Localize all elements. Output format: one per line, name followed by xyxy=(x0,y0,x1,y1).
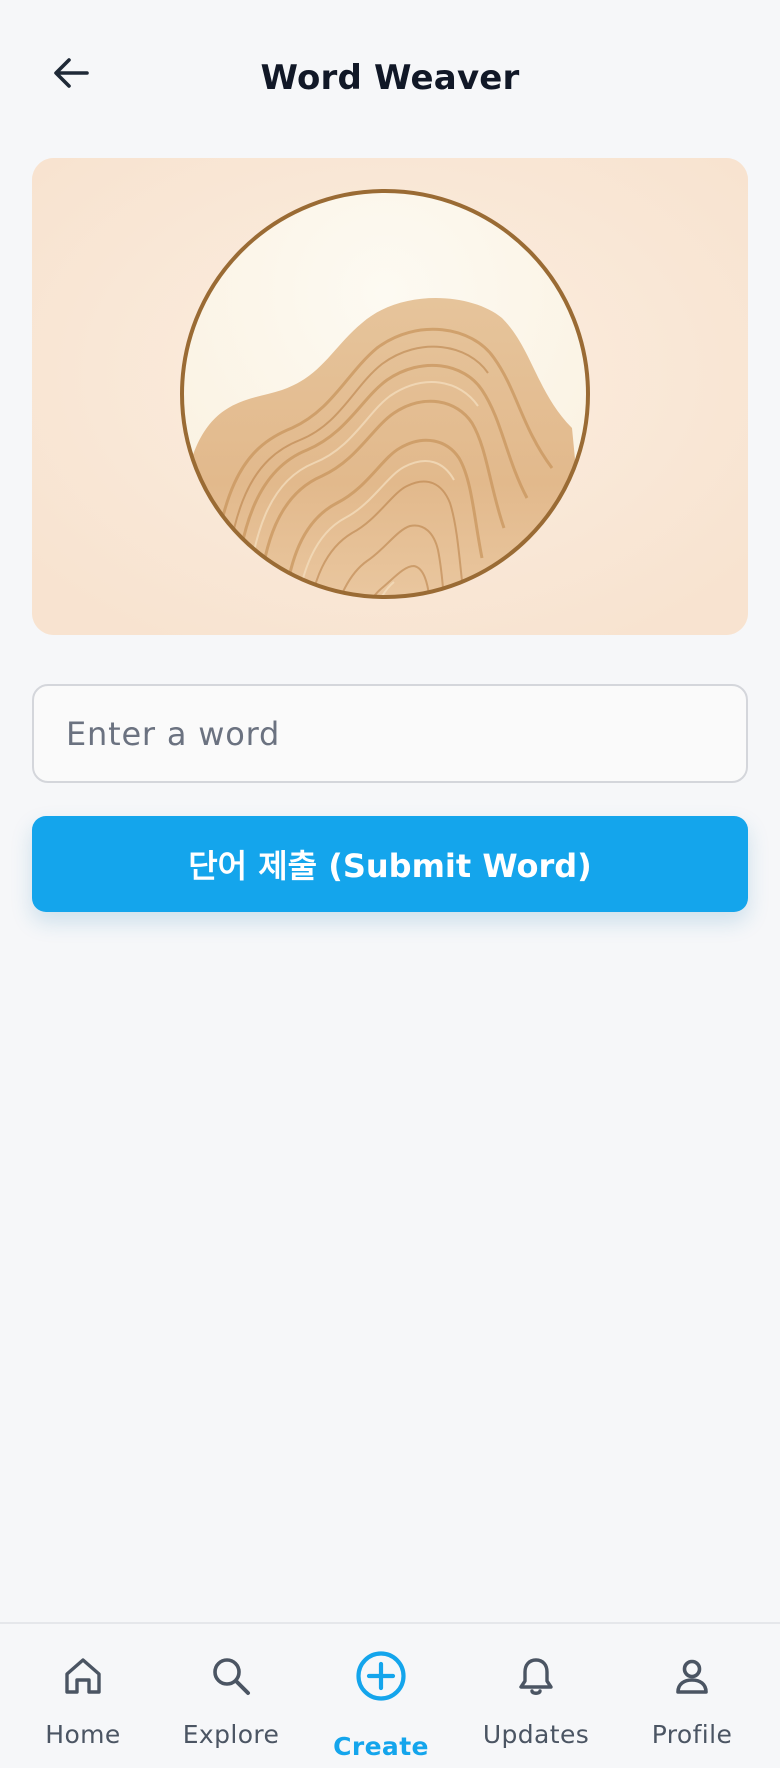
wood-grain-illustration xyxy=(32,158,748,635)
nav-label-home: Home xyxy=(45,1720,121,1749)
search-icon xyxy=(213,1658,250,1695)
nav-item-home[interactable]: Home xyxy=(22,1624,144,1768)
bottom-nav: Home Explore Create Updates Profile xyxy=(0,1622,780,1768)
nav-item-create[interactable]: Create xyxy=(326,1624,436,1768)
nav-item-profile[interactable]: Profile xyxy=(632,1624,752,1768)
screen: Word Weaver Enter a word 단어 제출 (Submit W… xyxy=(0,0,780,1768)
nav-label-explore: Explore xyxy=(182,1720,280,1749)
page-title: Word Weaver xyxy=(260,58,520,98)
nav-label-create: Create xyxy=(333,1732,429,1761)
word-input[interactable] xyxy=(32,684,748,783)
home-icon xyxy=(65,1658,101,1694)
header: Word Weaver xyxy=(0,0,780,150)
hero-image-card xyxy=(32,158,748,635)
nav-item-updates[interactable]: Updates xyxy=(476,1624,596,1768)
nav-label-profile: Profile xyxy=(651,1720,733,1749)
nav-label-updates: Updates xyxy=(482,1720,590,1749)
user-icon xyxy=(676,1659,708,1694)
bell-icon xyxy=(519,1658,553,1695)
submit-word-button[interactable]: 단어 제출 (Submit Word) xyxy=(32,816,748,912)
nav-item-explore[interactable]: Explore xyxy=(168,1624,294,1768)
plus-circle-icon xyxy=(356,1651,406,1701)
